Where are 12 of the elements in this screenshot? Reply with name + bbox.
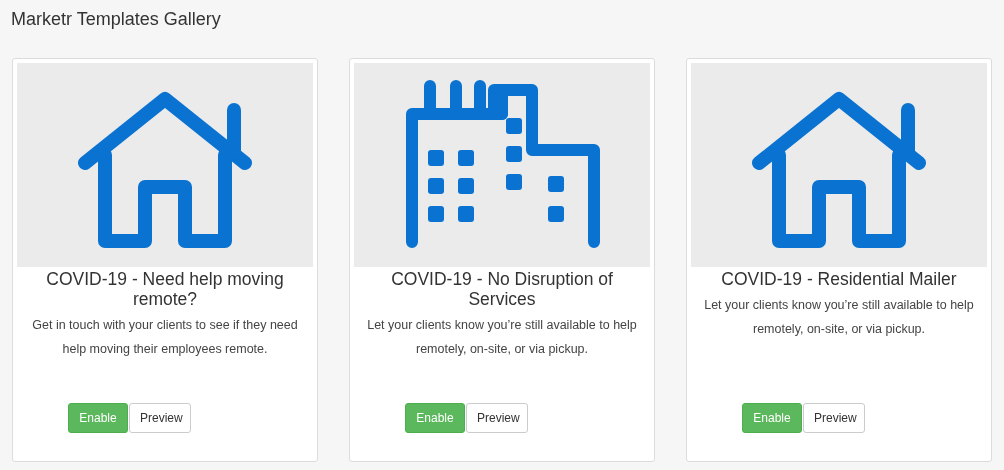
house-icon <box>77 90 253 250</box>
card-description: Let your clients know you’re still available to help remotely, on-site, or via pickup. <box>366 317 638 358</box>
preview-button[interactable]: Preview <box>129 403 191 433</box>
page-title: Marketr Templates Gallery <box>11 8 222 30</box>
card-title: COVID-19 - Residential Mailer <box>720 269 958 289</box>
house-icon <box>751 90 927 250</box>
preview-button[interactable]: Preview <box>466 403 528 433</box>
card-title: COVID-19 - No Disruption of Services <box>390 269 614 309</box>
card-title: COVID-19 - Need help moving remote? <box>45 269 285 309</box>
card-description: Get in touch with your clients to see if they need help moving their employees remote. <box>31 317 299 358</box>
card-description: Let your clients know you’re still available to help remotely, on-site, or via pickup. <box>703 297 975 338</box>
preview-button[interactable]: Preview <box>803 403 865 433</box>
